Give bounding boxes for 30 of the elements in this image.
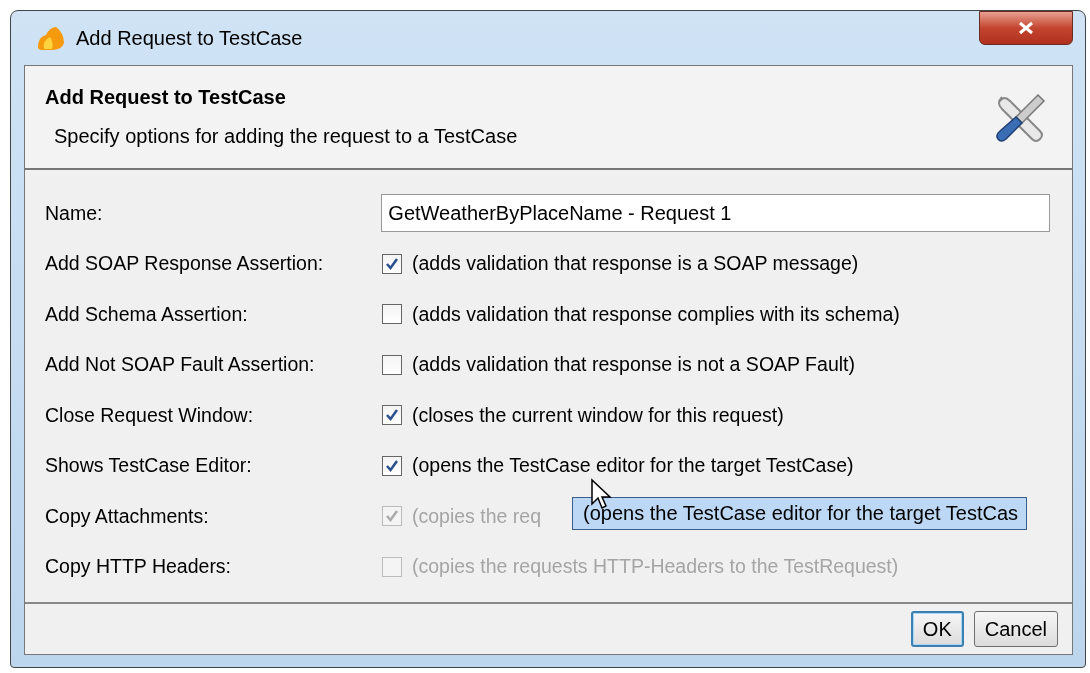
checkbox[interactable]	[382, 253, 402, 274]
checkbox[interactable]	[382, 304, 402, 325]
field-label: Copy HTTP Headers:	[45, 555, 233, 579]
header-title: Add Request to TestCase	[45, 86, 287, 109]
option-description: (closes the current window for this request)	[412, 403, 784, 427]
header-description: Specify options for adding the request to a TestCase	[53, 125, 519, 148]
field-label: Close Request Window:	[45, 403, 255, 427]
field-label: Add SOAP Response Assertion:	[45, 252, 325, 276]
field-label: Shows TestCase Editor:	[45, 454, 253, 478]
window-title: Add Request to TestCase	[76, 26, 304, 50]
checkbox[interactable]	[382, 405, 402, 426]
field-label: Name:	[45, 201, 104, 225]
checkbox[interactable]	[382, 354, 402, 375]
checkbox[interactable]	[382, 455, 402, 476]
option-description: (adds validation that response is not a SOAP Fault)	[412, 353, 855, 377]
close-button[interactable]	[979, 11, 1073, 45]
option-description: (adds validation that response is a SOAP message)	[412, 252, 859, 276]
option-description: (copies the requests HTTP-Headers to the TestRequest)	[412, 555, 899, 579]
option-description: (opens the TestCase editor for the target TestCase)	[412, 454, 854, 478]
option-description: (copies the req	[412, 504, 541, 528]
field-label: Add Schema Assertion:	[45, 302, 249, 326]
close-icon	[1017, 21, 1035, 35]
field-label: Add Not SOAP Fault Assertion:	[45, 353, 316, 377]
field-label: Copy Attachments:	[45, 504, 210, 528]
name-input-field[interactable]: GetWeatherByPlaceName - Request 1	[381, 194, 1050, 233]
dialog-button[interactable]: Cancel	[973, 611, 1058, 647]
flame-logo-icon	[36, 25, 66, 51]
option-description: (adds validation that response complies with its schema)	[412, 302, 900, 326]
dialog-button[interactable]: OK	[910, 611, 964, 647]
tooltip: (opens the TestCase editor for the target TestCas	[572, 497, 1028, 530]
